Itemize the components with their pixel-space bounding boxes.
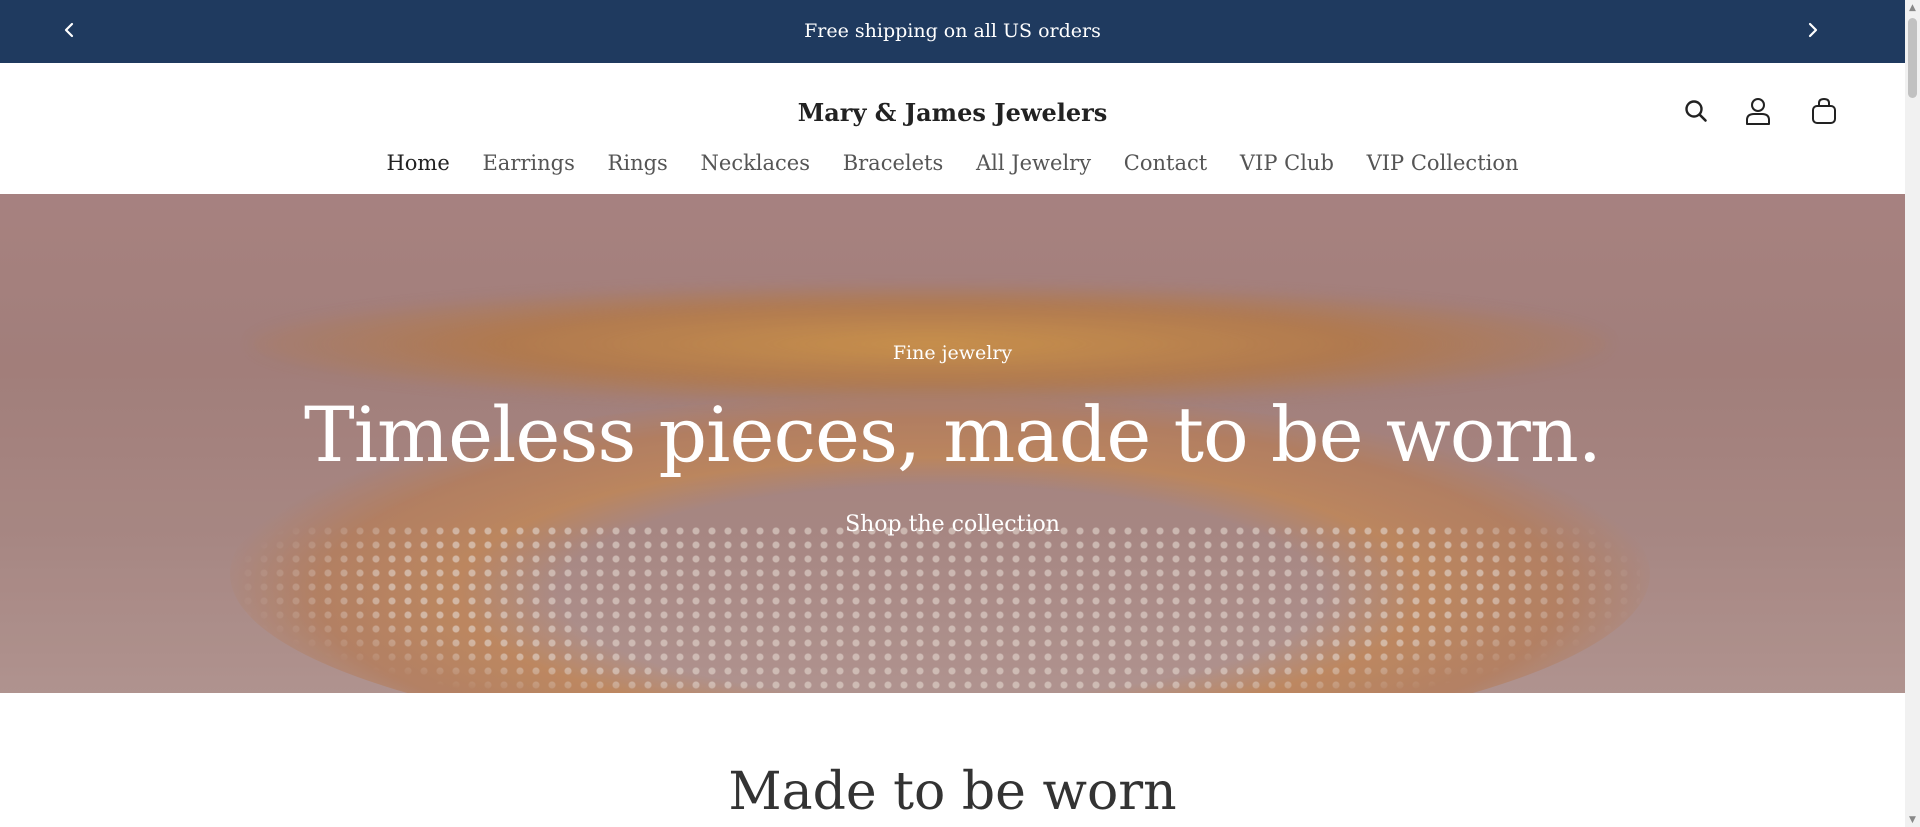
header-icons bbox=[1680, 97, 1840, 131]
site-header: Mary & James Jewelers Home Earrings Ring… bbox=[0, 63, 1905, 194]
scroll-thumb[interactable] bbox=[1908, 18, 1917, 98]
account-button[interactable] bbox=[1742, 97, 1774, 129]
chevron-right-icon bbox=[1806, 22, 1820, 42]
scroll-up-icon[interactable]: ▲ bbox=[1905, 0, 1920, 15]
account-icon bbox=[1744, 96, 1772, 130]
nav-item-necklaces[interactable]: Necklaces bbox=[701, 151, 811, 175]
cart-icon bbox=[1810, 96, 1838, 130]
hero-title: Timeless pieces, made to be worn. bbox=[304, 390, 1602, 479]
nav-item-vip-club[interactable]: VIP Club bbox=[1240, 151, 1334, 175]
nav-item-earrings[interactable]: Earrings bbox=[482, 151, 574, 175]
announcement-next-button[interactable] bbox=[1799, 18, 1827, 46]
search-icon bbox=[1683, 98, 1709, 128]
main-nav: Home Earrings Rings Necklaces Bracelets … bbox=[0, 151, 1905, 175]
search-button[interactable] bbox=[1680, 97, 1712, 129]
nav-item-contact[interactable]: Contact bbox=[1124, 151, 1207, 175]
nav-item-bracelets[interactable]: Bracelets bbox=[843, 151, 944, 175]
announcement-text: Free shipping on all US orders bbox=[804, 20, 1101, 42]
hero-eyebrow: Fine jewelry bbox=[892, 342, 1013, 364]
scroll-down-icon[interactable]: ▼ bbox=[1905, 812, 1920, 827]
hero-banner: Fine jewelry Timeless pieces, made to be… bbox=[0, 194, 1905, 693]
page: Free shipping on all US orders Mary & Ja… bbox=[0, 0, 1920, 827]
nav-item-vip-collection[interactable]: VIP Collection bbox=[1367, 151, 1519, 175]
nav-item-all-jewelry[interactable]: All Jewelry bbox=[976, 151, 1091, 175]
section-heading: Made to be worn bbox=[728, 762, 1177, 822]
nav-item-rings[interactable]: Rings bbox=[608, 151, 668, 175]
nav-item-home[interactable]: Home bbox=[386, 151, 449, 175]
announcement-bar: Free shipping on all US orders bbox=[0, 0, 1905, 63]
cart-button[interactable] bbox=[1808, 97, 1840, 129]
page-scrollbar[interactable]: ▲ ▼ bbox=[1905, 0, 1920, 827]
hero-cta-link[interactable]: Shop the collection bbox=[0, 512, 1905, 537]
brand-logo[interactable]: Mary & James Jewelers bbox=[0, 98, 1905, 127]
